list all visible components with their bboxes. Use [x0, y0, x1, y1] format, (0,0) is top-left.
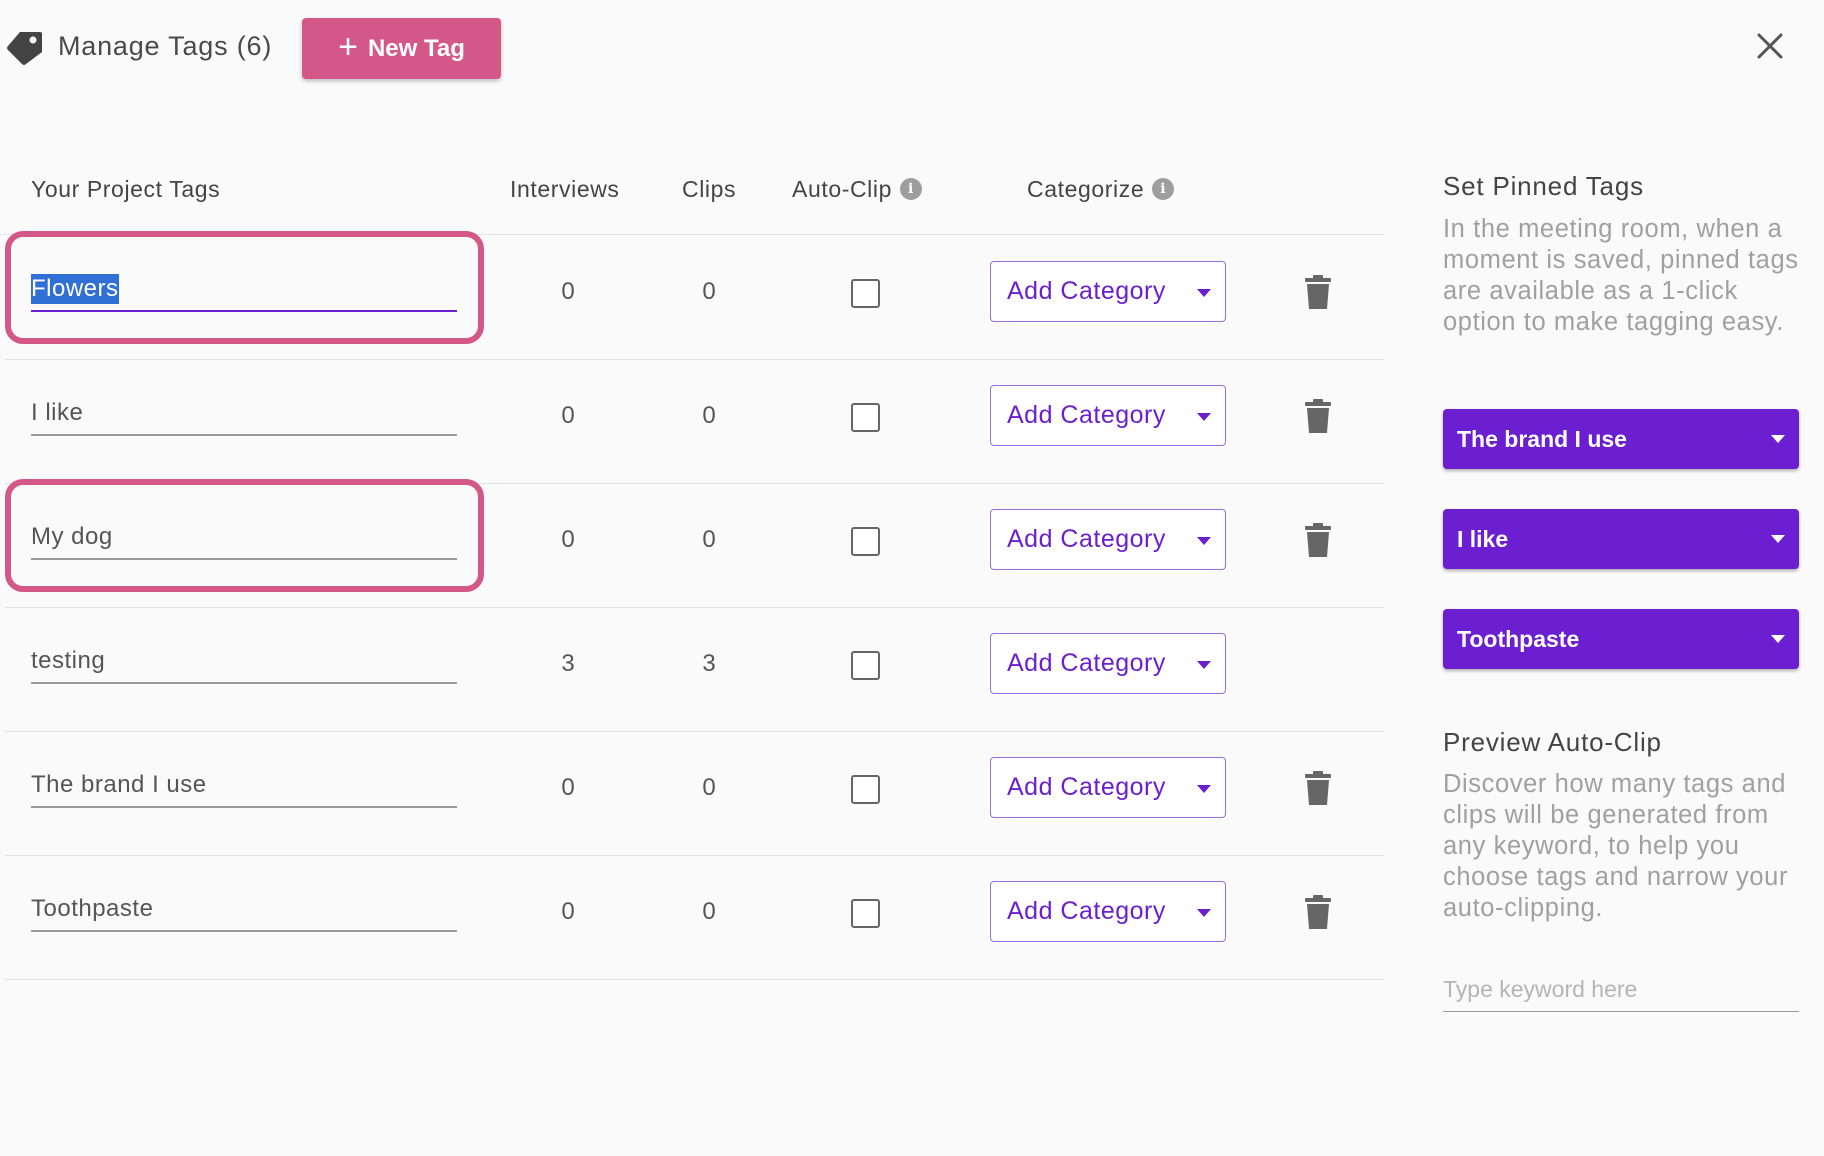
tag-name-field[interactable] — [31, 888, 457, 932]
pinned-tag-select-label: Toothpaste — [1457, 625, 1580, 652]
caret-down-icon — [1197, 785, 1211, 793]
clips-count: 0 — [702, 402, 716, 429]
pinned-tag-select-3[interactable]: Toothpaste — [1443, 609, 1799, 669]
add-category-dropdown[interactable]: Add Category — [990, 881, 1226, 942]
clips-count: 3 — [702, 650, 716, 677]
add-category-label: Add Category — [1007, 773, 1166, 801]
tag-name-input[interactable] — [31, 392, 457, 434]
preview-auto-clip-title: Preview Auto-Clip — [1443, 727, 1662, 757]
plus-icon: + — [338, 27, 358, 66]
auto-clip-checkbox[interactable] — [851, 775, 880, 804]
column-header-clips: Clips — [682, 175, 736, 203]
trash-icon[interactable] — [1305, 275, 1331, 309]
info-icon[interactable]: i — [1152, 178, 1175, 200]
trash-icon[interactable] — [1305, 771, 1331, 805]
auto-clip-checkbox[interactable] — [851, 527, 880, 556]
clips-count: 0 — [702, 278, 716, 305]
interviews-count: 0 — [561, 898, 575, 925]
caret-down-icon — [1197, 413, 1211, 421]
tag-name-field[interactable] — [31, 640, 457, 684]
pinned-tag-select-label: The brand I use — [1457, 425, 1627, 452]
caret-down-icon — [1197, 537, 1211, 545]
interviews-count: 0 — [561, 774, 575, 801]
pinned-tags-title: Set Pinned Tags — [1443, 171, 1644, 201]
caret-down-icon — [1771, 535, 1785, 543]
tag-name-input[interactable] — [31, 640, 457, 682]
table-row: 0 0 Add Category — [5, 479, 1384, 608]
trash-icon[interactable] — [1305, 895, 1331, 929]
interviews-count: 3 — [561, 650, 575, 677]
clips-count: 0 — [702, 526, 716, 553]
info-icon[interactable]: i — [900, 178, 922, 200]
column-header-auto-clip-label: Auto-Clip — [792, 175, 892, 202]
add-category-dropdown[interactable]: Add Category — [990, 261, 1226, 322]
tag-name-input[interactable] — [31, 764, 457, 806]
auto-clip-checkbox[interactable] — [851, 279, 880, 308]
auto-clip-checkbox[interactable] — [851, 403, 880, 432]
tag-name-field[interactable] — [31, 764, 457, 808]
add-category-dropdown[interactable]: Add Category — [990, 509, 1226, 570]
header: Manage Tags (6) + New Tag — [0, 0, 1824, 100]
table-row: 0 0 Add Category — [5, 856, 1384, 980]
highlight-annotation — [5, 231, 484, 344]
table-row: 3 3 Add Category — [5, 608, 1384, 732]
tag-name-input[interactable] — [31, 888, 457, 930]
caret-down-icon — [1771, 635, 1785, 643]
pinned-tags-description: In the meeting room, when a moment is sa… — [1443, 215, 1799, 336]
column-header-interviews: Interviews — [510, 175, 620, 203]
trash-icon[interactable] — [1305, 523, 1331, 557]
clips-count: 0 — [702, 898, 716, 925]
add-category-dropdown[interactable]: Add Category — [990, 633, 1226, 694]
caret-down-icon — [1197, 289, 1211, 297]
table-header: Your Project Tags Interviews Clips Auto-… — [0, 175, 1384, 235]
add-category-label: Add Category — [1007, 897, 1166, 925]
highlight-annotation — [5, 479, 484, 592]
interviews-count: 0 — [561, 402, 575, 429]
auto-clip-checkbox[interactable] — [851, 651, 880, 680]
tag-name-field[interactable] — [31, 392, 457, 436]
auto-clip-checkbox[interactable] — [851, 899, 880, 928]
add-category-label: Add Category — [1007, 277, 1166, 305]
page-title: Manage Tags (6) — [58, 31, 273, 61]
trash-icon[interactable] — [1305, 399, 1331, 433]
preview-auto-clip-description: Discover how many tags and clips will be… — [1443, 770, 1789, 922]
add-category-label: Add Category — [1007, 649, 1166, 677]
add-category-dropdown[interactable]: Add Category — [990, 757, 1226, 818]
column-header-categorize: Categorize i — [1027, 175, 1175, 203]
close-icon[interactable] — [1754, 30, 1786, 62]
add-category-label: Add Category — [1007, 401, 1166, 429]
new-tag-button[interactable]: + New Tag — [302, 18, 501, 79]
column-header-tags: Your Project Tags — [31, 175, 220, 203]
caret-down-icon — [1197, 909, 1211, 917]
keyword-field[interactable] — [1443, 968, 1799, 1012]
caret-down-icon — [1197, 661, 1211, 669]
new-tag-label: New Tag — [367, 34, 465, 62]
column-header-interviews-label: Interviews — [510, 175, 620, 202]
pinned-tag-select-label: I like — [1457, 525, 1509, 552]
column-header-categorize-label: Categorize — [1027, 175, 1145, 202]
column-header-tags-label: Your Project Tags — [31, 175, 221, 202]
keyword-input[interactable] — [1443, 968, 1799, 1010]
table-row: 0 0 Add Category — [5, 732, 1384, 856]
table-row: 0 0 Add Category — [5, 360, 1384, 484]
column-header-auto-clip: Auto-Clip i — [792, 175, 922, 203]
add-category-dropdown[interactable]: Add Category — [990, 385, 1226, 446]
clips-count: 0 — [702, 774, 716, 801]
column-header-clips-label: Clips — [682, 175, 737, 202]
tag-icon — [7, 32, 42, 65]
interviews-count: 0 — [561, 278, 575, 305]
table-row: Flowers 0 0 Add Category — [5, 231, 1384, 360]
pinned-tag-select-1[interactable]: The brand I use — [1443, 409, 1799, 469]
pinned-tag-select-2[interactable]: I like — [1443, 509, 1799, 569]
add-category-label: Add Category — [1007, 525, 1166, 553]
interviews-count: 0 — [561, 526, 575, 553]
caret-down-icon — [1771, 435, 1785, 443]
